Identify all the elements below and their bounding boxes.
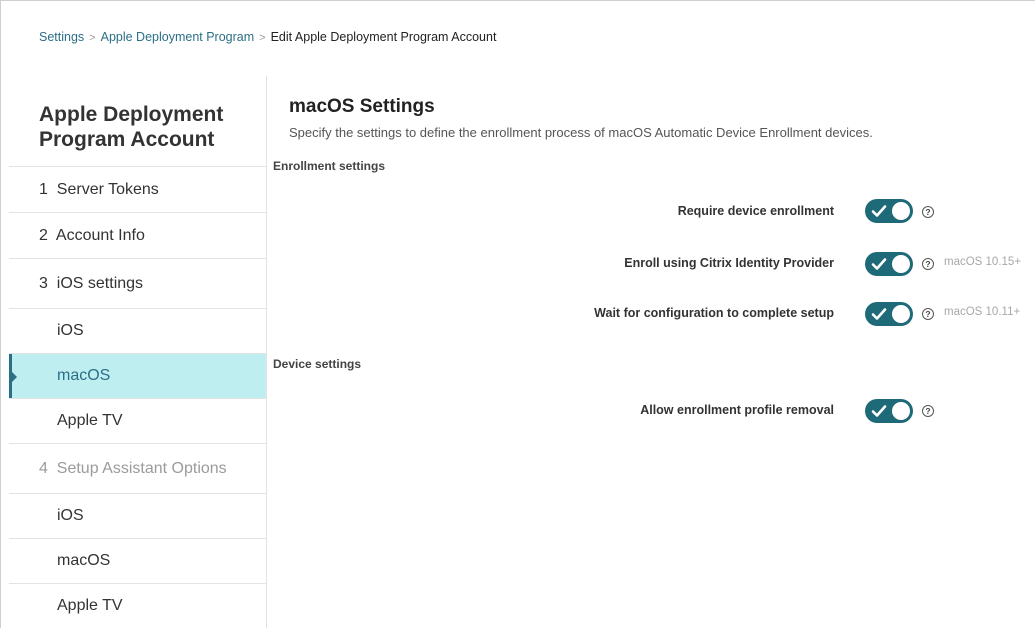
sidebar-item-label: 1 Server Tokens xyxy=(39,180,159,198)
help-icon[interactable]: ? xyxy=(922,405,934,417)
toggle-knob xyxy=(892,402,910,420)
page-title: macOS Settings xyxy=(289,96,435,117)
allow-profile-removal-toggle[interactable] xyxy=(865,399,913,423)
sidebar-item-label: Apple TV xyxy=(57,412,123,429)
toggle-knob xyxy=(892,305,910,323)
wait-configuration-toggle[interactable] xyxy=(865,302,913,326)
sidebar-title-line1: Apple Deployment xyxy=(39,103,224,126)
sidebar-title: Apple Deployment Program Account xyxy=(9,76,266,166)
sidebar-title-line2: Program Account xyxy=(39,128,215,151)
breadcrumb-adp-link[interactable]: Apple Deployment Program xyxy=(101,30,255,44)
sidebar-item-label: macOS xyxy=(57,367,111,384)
page-description: Specify the settings to define the enrol… xyxy=(289,125,873,140)
help-icon[interactable]: ? xyxy=(922,258,934,270)
check-icon xyxy=(871,205,887,217)
sidebar-item-ios[interactable]: iOS xyxy=(9,308,266,353)
sidebar-item-macos-active[interactable]: macOS xyxy=(9,353,266,398)
section-enrollment-settings: Enrollment settings xyxy=(273,159,386,173)
check-icon xyxy=(871,405,887,417)
check-icon xyxy=(871,258,887,270)
main-content: macOS Settings Specify the settings to d… xyxy=(267,76,1035,628)
enroll-citrix-idp-label: Enroll using Citrix Identity Provider xyxy=(624,256,834,270)
section-device-settings: Device settings xyxy=(273,357,362,371)
require-device-enrollment-toggle[interactable] xyxy=(865,199,913,223)
help-icon[interactable]: ? xyxy=(922,308,934,320)
sidebar-item-account-info[interactable]: 2 Account Info xyxy=(9,212,266,258)
breadcrumb-current: Edit Apple Deployment Program Account xyxy=(270,30,497,44)
sidebar-item-ios-settings[interactable]: 3 iOS settings xyxy=(9,258,266,308)
sidebar-item-setup-apple-tv[interactable]: Apple TV xyxy=(9,583,266,628)
sidebar: Apple Deployment Program Account 1 Serve… xyxy=(9,76,267,628)
breadcrumb-settings-link[interactable]: Settings xyxy=(39,30,84,44)
sidebar-item-label: 4 Setup Assistant Options xyxy=(39,459,227,477)
version-note: macOS 10.15+ xyxy=(944,256,1022,268)
app-frame: Settings > Apple Deployment Program > Edit A… xyxy=(0,0,1035,628)
sidebar-item-label: iOS xyxy=(57,507,84,524)
sidebar-item-label: macOS xyxy=(57,552,111,569)
active-marker-icon xyxy=(11,371,17,383)
sidebar-item-label: iOS xyxy=(57,322,84,339)
help-icon[interactable]: ? xyxy=(922,206,934,218)
version-note: macOS 10.11+ xyxy=(944,306,1021,318)
enroll-citrix-idp-toggle[interactable] xyxy=(865,252,913,276)
sidebar-item-label: 2 Account Info xyxy=(39,226,145,244)
sidebar-item-server-tokens[interactable]: 1 Server Tokens xyxy=(9,166,266,212)
breadcrumb-separator-icon: > xyxy=(259,32,266,44)
sidebar-item-setup-ios[interactable]: iOS xyxy=(9,493,266,538)
breadcrumb: Settings > Apple Deployment Program > Edit A… xyxy=(39,30,496,44)
sidebar-item-setup-assistant[interactable]: 4 Setup Assistant Options xyxy=(9,443,266,493)
sidebar-item-apple-tv[interactable]: Apple TV xyxy=(9,398,266,443)
wait-configuration-label: Wait for configuration to complete setup xyxy=(594,306,834,320)
breadcrumb-separator-icon: > xyxy=(89,32,96,44)
toggle-knob xyxy=(892,255,910,273)
sidebar-item-setup-macos[interactable]: macOS xyxy=(9,538,266,583)
check-icon xyxy=(871,308,887,320)
toggle-knob xyxy=(892,202,910,220)
require-device-enrollment-label: Require device enrollment xyxy=(677,204,834,218)
sidebar-item-label: 3 iOS settings xyxy=(39,274,144,292)
allow-profile-removal-label: Allow enrollment profile removal xyxy=(640,403,834,417)
sidebar-item-label: Apple TV xyxy=(57,597,123,614)
